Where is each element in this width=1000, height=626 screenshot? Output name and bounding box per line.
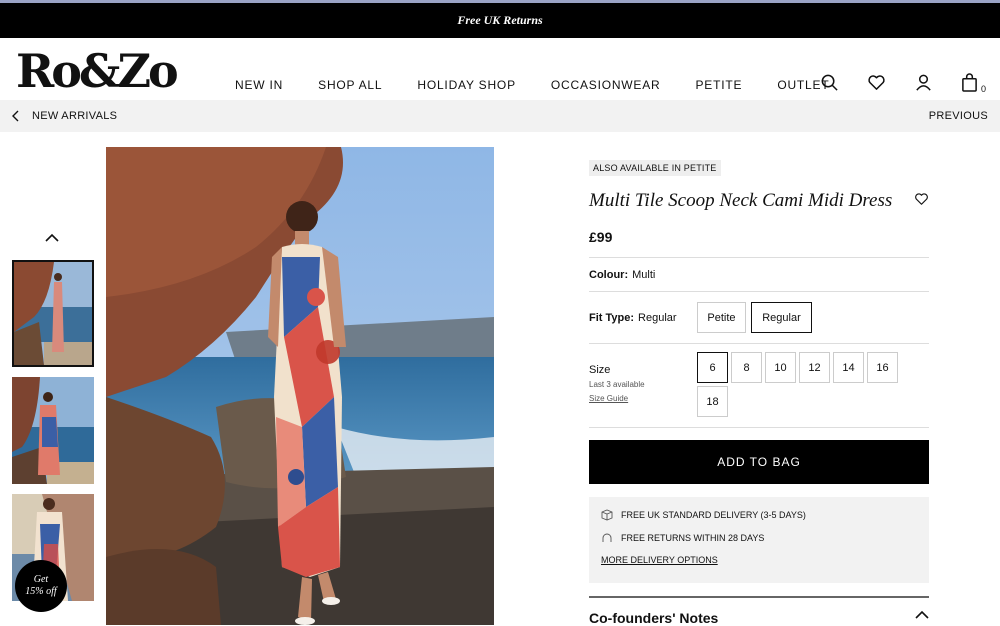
stock-note: Last 3 available (589, 380, 645, 389)
size-option-16[interactable]: 16 (867, 352, 898, 383)
size-row: Size Last 3 available Size Guide 6 8 10 … (589, 343, 929, 427)
colour-row: Colour: Multi (589, 257, 929, 291)
product-title: Multi Tile Scoop Neck Cami Midi Dress (589, 190, 893, 211)
nav-petite[interactable]: PETITE (696, 78, 743, 92)
notes-title: Co-founders' Notes (589, 610, 719, 626)
thumbnail-scroll-up[interactable] (44, 230, 60, 248)
delivery-info: FREE UK STANDARD DELIVERY (3-5 DAYS) FRE… (589, 497, 929, 583)
promo-line-2: 15% off (25, 586, 57, 597)
breadcrumb: NEW ARRIVALS PREVIOUS (0, 100, 1000, 132)
size-option-10[interactable]: 10 (765, 352, 796, 383)
thumbnail-2[interactable] (12, 377, 94, 484)
fit-option-petite[interactable]: Petite (697, 302, 746, 333)
main-product-image[interactable] (106, 147, 494, 625)
announcement-bar: Free UK Returns (0, 0, 1000, 38)
colour-label: Colour: (589, 268, 629, 281)
main-nav: NEW IN SHOP ALL HOLIDAY SHOP OCCASIONWEA… (235, 78, 864, 92)
site-logo[interactable]: Ro&Zo (16, 48, 179, 94)
size-option-8[interactable]: 8 (731, 352, 762, 383)
thumbnail-1[interactable] (12, 260, 94, 367)
more-delivery-link[interactable]: MORE DELIVERY OPTIONS (601, 555, 718, 565)
cofounders-notes-accordion[interactable]: Co-founders' Notes (589, 596, 929, 626)
delivery-line-returns: FREE RETURNS WITHIN 28 DAYS (601, 532, 917, 544)
nav-holiday-shop[interactable]: HOLIDAY SHOP (417, 78, 516, 92)
wishlist-heart-icon[interactable] (914, 192, 929, 211)
colour-value: Multi (632, 268, 656, 281)
box-icon (601, 509, 613, 521)
delivery-line-standard: FREE UK STANDARD DELIVERY (3-5 DAYS) (601, 509, 917, 521)
search-icon[interactable] (820, 73, 839, 92)
returns-icon (602, 533, 612, 542)
fit-type-row: Fit Type: Regular Petite Regular (589, 291, 929, 343)
site-header: Ro&Zo NEW IN SHOP ALL HOLIDAY SHOP OCCAS… (0, 38, 1000, 100)
size-option-18[interactable]: 18 (697, 386, 728, 417)
bag-count: 0 (980, 84, 986, 94)
size-option-12[interactable]: 12 (799, 352, 830, 383)
size-guide-link[interactable]: Size Guide (589, 394, 645, 403)
add-to-bag-button[interactable]: ADD TO BAG (589, 440, 929, 484)
delivery-standard-text: FREE UK STANDARD DELIVERY (3-5 DAYS) (621, 510, 806, 520)
nav-occasionwear[interactable]: OCCASIONWEAR (551, 78, 661, 92)
chevron-left-icon (12, 110, 19, 122)
nav-new-in[interactable]: NEW IN (235, 78, 283, 92)
nav-shop-all[interactable]: SHOP ALL (318, 78, 382, 92)
header-icons: 0 (820, 73, 986, 94)
fit-value: Regular (638, 311, 677, 324)
announcement-text: Free UK Returns (457, 13, 543, 27)
product-details: ALSO AVAILABLE IN PETITE Multi Tile Scoo… (589, 158, 929, 626)
chevron-up-icon (45, 233, 59, 242)
back-label: NEW ARRIVALS (32, 110, 118, 122)
size-label: Size (589, 364, 611, 376)
discount-promo-badge[interactable]: Get 15% off (15, 560, 67, 612)
fit-label: Fit Type: (589, 311, 635, 324)
delivery-returns-text: FREE RETURNS WITHIN 28 DAYS (621, 533, 765, 543)
petite-badge[interactable]: ALSO AVAILABLE IN PETITE (589, 160, 721, 176)
promo-line-1: Get (33, 574, 49, 585)
size-option-6[interactable]: 6 (697, 352, 728, 383)
fit-option-regular[interactable]: Regular (751, 302, 812, 333)
heart-icon[interactable] (867, 73, 886, 92)
bag-icon[interactable]: 0 (961, 73, 986, 94)
thumbnail-list (12, 260, 94, 611)
previous-link[interactable]: PREVIOUS (929, 110, 988, 122)
product-price: £99 (589, 229, 613, 245)
size-option-14[interactable]: 14 (833, 352, 864, 383)
chevron-up-icon (915, 610, 929, 619)
user-icon[interactable] (914, 73, 933, 92)
back-link[interactable]: NEW ARRIVALS (12, 110, 117, 122)
